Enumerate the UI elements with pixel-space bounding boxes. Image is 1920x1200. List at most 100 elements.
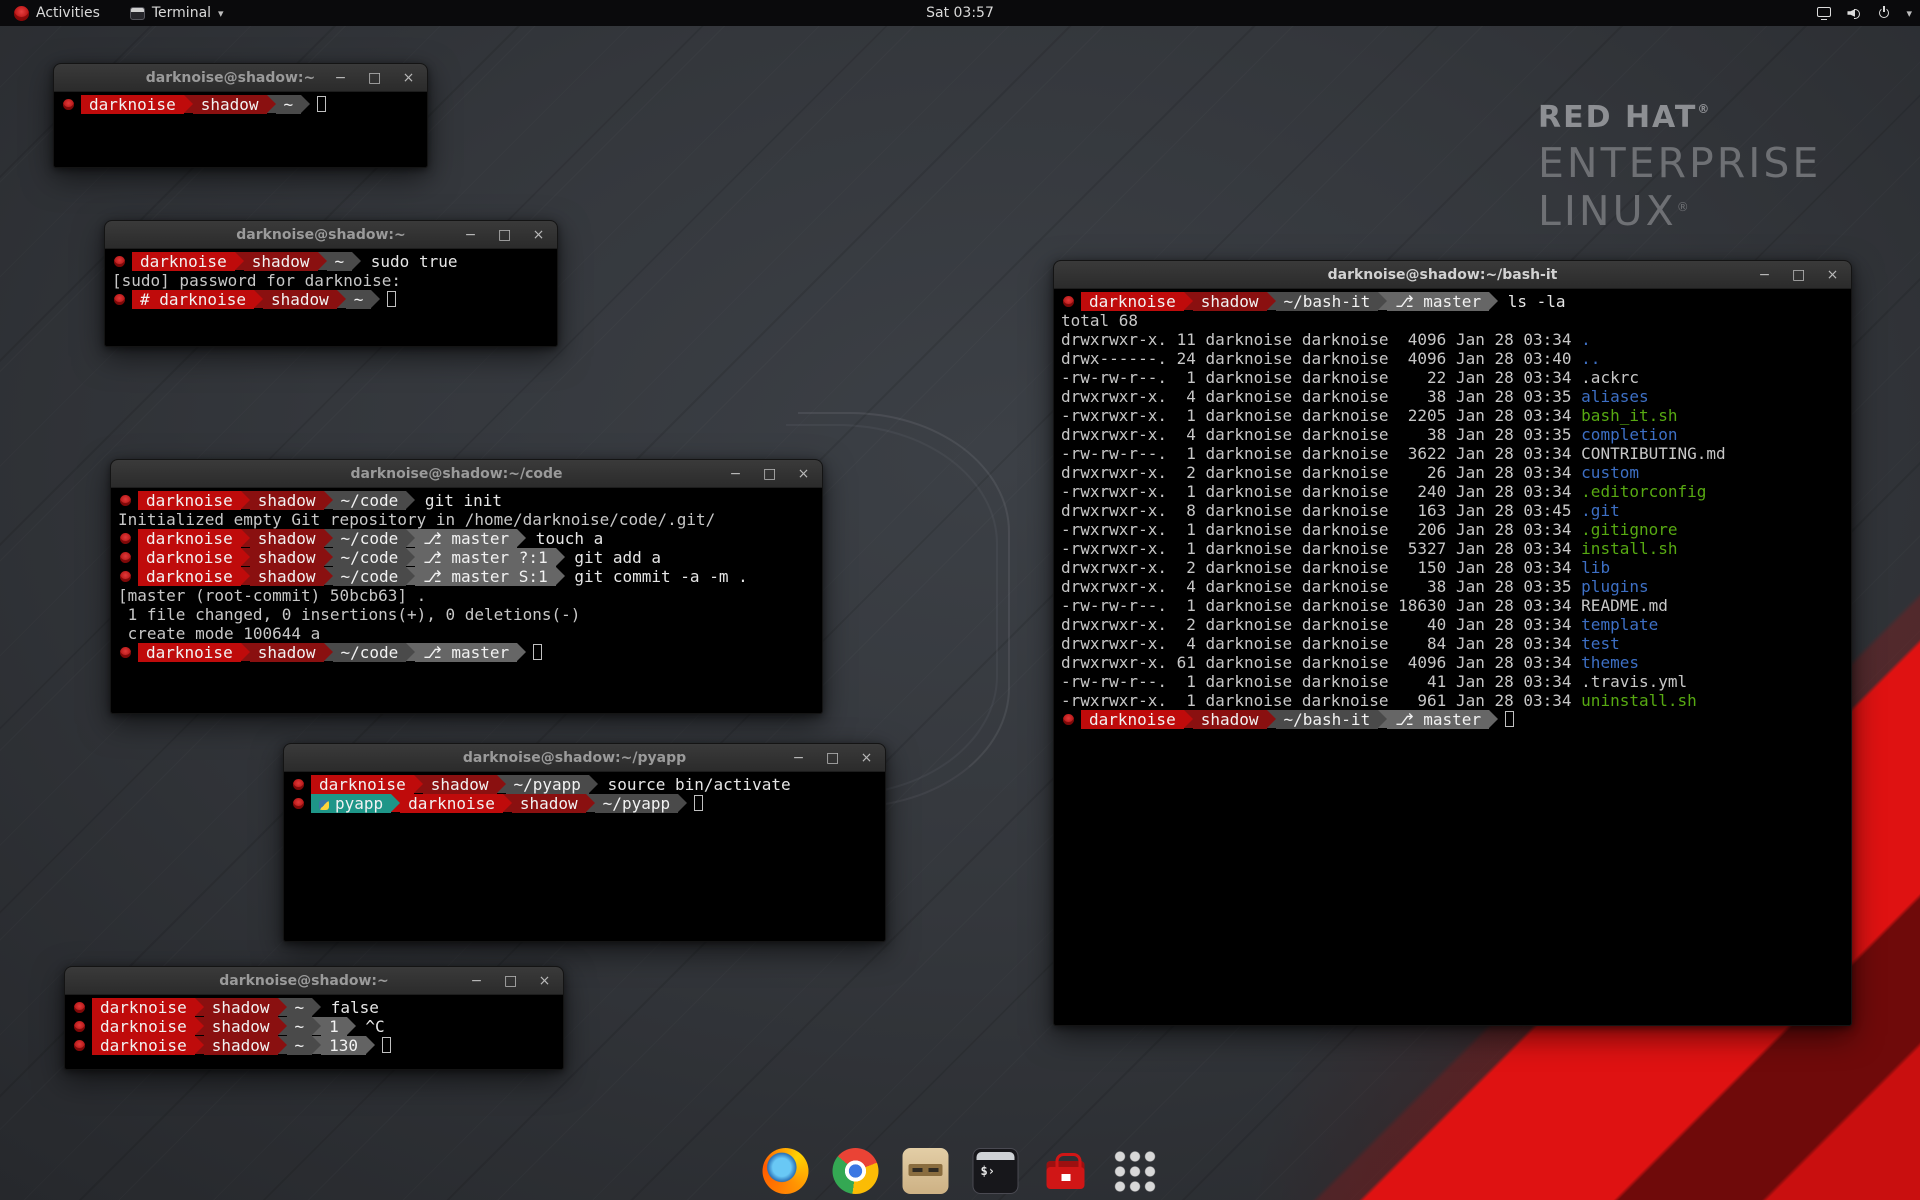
powerline-arrow — [318, 252, 327, 270]
prompt-seg-user: darknoise — [138, 491, 241, 510]
close-button[interactable]: × — [797, 467, 810, 481]
status-icon-area — [1816, 5, 1892, 21]
fedora-icon — [120, 571, 131, 582]
terminal-body[interactable]: darknoiseshadow~ falsedarknoiseshadow~1 … — [66, 995, 562, 1068]
python-icon — [319, 800, 329, 810]
titlebar[interactable]: darknoise@shadow:~ − □ × — [65, 967, 563, 995]
app-grid-icon[interactable] — [1113, 1149, 1158, 1194]
chrome-icon[interactable] — [833, 1148, 879, 1194]
prompt-seg-path: ~ — [287, 1036, 313, 1055]
fedora-icon — [120, 552, 131, 563]
terminal-text: ls -la — [1498, 292, 1565, 311]
terminal-text: false — [321, 998, 379, 1017]
terminal-line: darknoiseshadow~1 ^C — [72, 1017, 556, 1036]
files-icon[interactable] — [903, 1148, 949, 1194]
terminal-text: template — [1581, 615, 1658, 634]
minimize-button[interactable]: − — [334, 71, 347, 85]
terminal-line: darknoiseshadow~130 — [72, 1036, 556, 1055]
prompt-seg-user: darknoise — [138, 529, 241, 548]
terminal-body[interactable]: darknoiseshadow~ — [55, 92, 426, 166]
terminal-text: drwxrwxr-x. 2 darknoise darknoise 150 Ja… — [1061, 558, 1581, 577]
terminal-text: .editorconfig — [1581, 482, 1706, 501]
terminal-cursor — [694, 795, 703, 811]
powerline-arrow — [391, 794, 400, 812]
prompt-seg-host: shadow — [1193, 710, 1267, 729]
prompt-seg-path: ~/code — [333, 548, 407, 567]
powerline-arrow — [556, 567, 565, 585]
minimize-button[interactable]: − — [470, 974, 483, 988]
prompt-seg-git: ⎇ master — [415, 529, 517, 548]
maximize-button[interactable]: □ — [498, 228, 511, 242]
terminal-text: -rwxrwxr-x. 1 darknoise darknoise 2205 J… — [1061, 406, 1581, 425]
fedora-icon — [74, 1002, 85, 1013]
close-button[interactable]: × — [402, 71, 415, 85]
powerline-arrow — [1489, 292, 1498, 310]
branding-line1: RED HAT — [1538, 100, 1697, 135]
terminal-text: .ackrc — [1581, 368, 1639, 387]
titlebar[interactable]: darknoise@shadow:~/code − □ × — [111, 460, 822, 488]
maximize-button[interactable]: □ — [826, 751, 839, 765]
app-menu-terminal[interactable]: Terminal ▾ — [126, 0, 228, 26]
terminal-line: -rw-rw-r--. 1 darknoise darknoise 41 Jan… — [1061, 672, 1844, 691]
titlebar[interactable]: darknoise@shadow:~ − □ × — [54, 64, 427, 92]
terminal-text: 1 file changed, 0 insertions(+), 0 delet… — [118, 605, 580, 624]
titlebar[interactable]: darknoise@shadow:~/bash-it − □ × — [1054, 261, 1851, 289]
close-button[interactable]: × — [538, 974, 551, 988]
minimize-button[interactable]: − — [464, 228, 477, 242]
terminal-line: -rwxrwxr-x. 1 darknoise darknoise 206 Ja… — [1061, 520, 1844, 539]
terminal-line: pyappdarknoiseshadow~/pyapp — [291, 794, 878, 813]
power-icon[interactable] — [1876, 5, 1892, 21]
close-button[interactable]: × — [532, 228, 545, 242]
terminal-body[interactable]: darknoiseshadow~/code git initInitialize… — [112, 488, 821, 712]
terminal-text: .. — [1581, 349, 1600, 368]
minimize-button[interactable]: − — [792, 751, 805, 765]
activities-button[interactable]: Activities — [10, 0, 104, 26]
firefox-icon[interactable] — [763, 1148, 809, 1194]
toolbox-icon[interactable] — [1043, 1148, 1089, 1194]
terminal-text: -rwxrwxr-x. 1 darknoise darknoise 5327 J… — [1061, 539, 1581, 558]
terminal-line: -rwxrwxr-x. 1 darknoise darknoise 2205 J… — [1061, 406, 1844, 425]
terminal-text: uninstall.sh — [1581, 691, 1697, 710]
prompt-seg-git: ⎇ master — [415, 643, 517, 662]
terminal-text: total 68 — [1061, 311, 1138, 330]
terminal-cursor — [1505, 711, 1514, 727]
display-icon[interactable] — [1816, 5, 1832, 21]
maximize-button[interactable]: □ — [368, 71, 381, 85]
terminal-text: touch a — [526, 529, 603, 548]
terminal-icon[interactable] — [973, 1148, 1019, 1194]
titlebar[interactable]: darknoise@shadow:~/pyapp − □ × — [284, 744, 885, 772]
maximize-button[interactable]: □ — [504, 974, 517, 988]
terminal-line: darknoiseshadow~ false — [72, 998, 556, 1017]
titlebar[interactable]: darknoise@shadow:~ − □ × — [105, 221, 557, 249]
close-button[interactable]: × — [860, 751, 873, 765]
maximize-button[interactable]: □ — [763, 467, 776, 481]
terminal-text: drwxrwxr-x. 4 darknoise darknoise 38 Jan… — [1061, 577, 1581, 596]
terminal-text: drwxrwxr-x. 4 darknoise darknoise 38 Jan… — [1061, 387, 1581, 406]
window-title: darknoise@shadow:~ — [135, 967, 473, 995]
volume-icon[interactable] — [1846, 5, 1862, 21]
terminal-body[interactable]: darknoiseshadow~/pyapp source bin/activa… — [285, 772, 884, 940]
terminal-body[interactable]: darknoiseshadow~ sudo true[sudo] passwor… — [106, 249, 556, 345]
clock[interactable]: Sat 03:57 — [918, 0, 1002, 26]
terminal-body[interactable]: darknoiseshadow~/bash-it⎇ master ls -lat… — [1055, 289, 1850, 1024]
powerline-arrow — [312, 1036, 321, 1054]
window-title: darknoise@shadow:~/bash-it — [1124, 261, 1761, 289]
terminal-line: drwxrwxr-x. 2 darknoise darknoise 40 Jan… — [1061, 615, 1844, 634]
powerline-arrow — [503, 794, 512, 812]
powerline-arrow — [1489, 710, 1498, 728]
minimize-button[interactable]: − — [729, 467, 742, 481]
close-button[interactable]: × — [1826, 268, 1839, 282]
prompt-seg-host: shadow — [250, 548, 324, 567]
maximize-button[interactable]: □ — [1792, 268, 1805, 282]
prompt-seg-host: shadow — [250, 529, 324, 548]
powerline-arrow — [517, 643, 526, 661]
prompt-seg-exit: 1 — [321, 1017, 347, 1036]
prompt-seg-host: shadow — [250, 567, 324, 586]
prompt-seg-user: darknoise — [1081, 292, 1184, 311]
powerline-arrow — [406, 567, 415, 585]
prompt-seg-user: darknoise — [132, 252, 235, 271]
terminal-text: -rw-rw-r--. 1 darknoise darknoise 22 Jan… — [1061, 368, 1581, 387]
prompt-seg-host: shadow — [204, 1017, 278, 1036]
minimize-button[interactable]: − — [1758, 268, 1771, 282]
prompt-seg-user: darknoise — [92, 1017, 195, 1036]
